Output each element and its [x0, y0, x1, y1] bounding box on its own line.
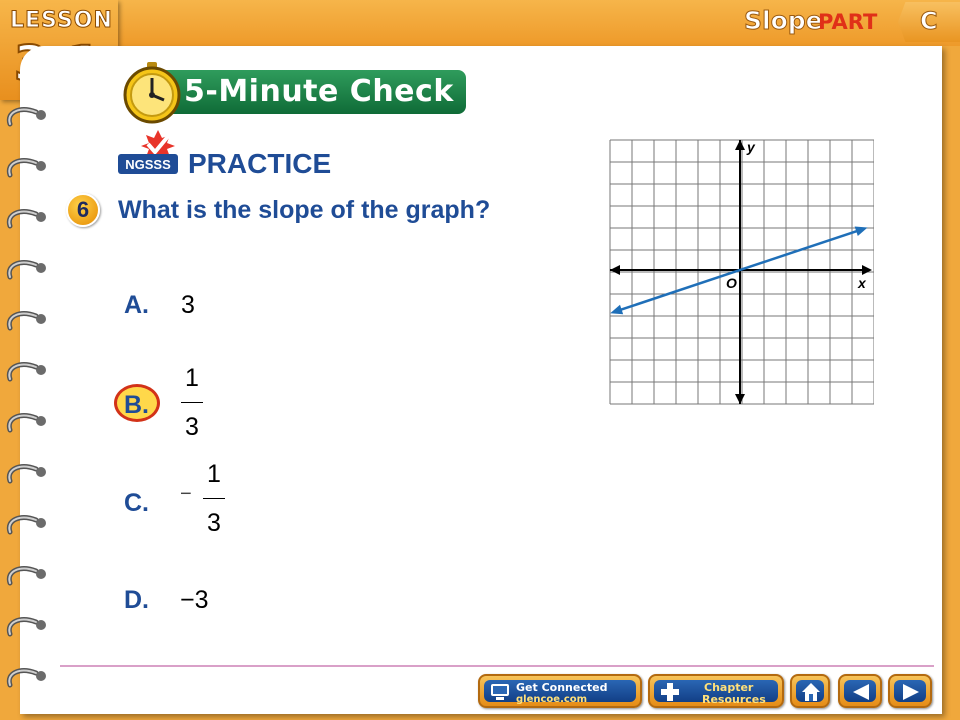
answer-b-letter[interactable]: B.: [124, 391, 149, 420]
graph-grid: [609, 139, 874, 405]
binder-ring-icon: [6, 413, 46, 433]
y-axis-arrow-down: [735, 394, 745, 404]
fraction-bar: [203, 498, 225, 499]
answer-b-numerator: 1: [185, 364, 199, 392]
binder-ring-icon: [6, 668, 46, 688]
chapter-resources-button[interactable]: Chapter Resources: [648, 674, 784, 708]
ngsss-label: NGSSS: [125, 157, 171, 172]
x-axis-label: x: [857, 275, 867, 291]
line-arrow-left: [610, 304, 624, 315]
question-number-badge: 6: [66, 193, 100, 227]
part-word: PART: [818, 10, 878, 34]
binder-ring-icon: [6, 209, 46, 229]
x-axis-arrow-right: [862, 265, 872, 275]
answer-a-letter[interactable]: A.: [124, 291, 149, 320]
coordinate-graph: y x O: [609, 139, 874, 405]
binder-ring-icon: [6, 311, 46, 331]
home-button[interactable]: [790, 674, 830, 708]
lesson-title: Slope: [744, 6, 824, 36]
ngsss-badge-icon: NGSSS: [118, 130, 178, 174]
arrow-left-icon: [853, 684, 869, 700]
next-slide-button[interactable]: [888, 674, 932, 708]
answer-c-numerator: 1: [207, 460, 221, 488]
binder-ring-icon: [6, 362, 46, 382]
line-arrow-right: [854, 226, 868, 237]
answer-d-letter[interactable]: D.: [124, 586, 149, 615]
chapter-resources-label-1: Chapter: [704, 681, 754, 694]
stopwatch-icon: [123, 62, 181, 124]
y-axis-arrow-up: [735, 140, 745, 150]
get-connected-button[interactable]: Get Connected glencoe.com: [478, 674, 642, 708]
plus-icon: [661, 683, 679, 701]
computer-icon: [491, 684, 509, 700]
previous-slide-button[interactable]: [838, 674, 882, 708]
binder-ring-icon: [6, 107, 46, 127]
answer-c-letter[interactable]: C.: [124, 489, 149, 518]
chapter-resources-label-2: Resources: [702, 693, 766, 706]
answer-a-value: 3: [181, 291, 195, 319]
get-connected-url: glencoe.com: [516, 694, 588, 705]
answer-c-sign: −: [180, 483, 192, 505]
answer-d-value: −3: [180, 586, 209, 614]
origin-label: O: [726, 275, 737, 291]
y-axis-label: y: [746, 139, 756, 155]
lesson-word: LESSON: [10, 8, 113, 34]
fraction-bar: [181, 402, 203, 403]
x-axis-arrow-left: [610, 265, 620, 275]
binder-ring-icon: [6, 464, 46, 484]
answer-b-fraction: 1 3: [179, 364, 205, 441]
banner-label: 5-Minute Check: [184, 74, 454, 109]
section-label: PRACTICE: [188, 148, 332, 179]
binder-ring-icon: [6, 515, 46, 535]
binder-ring-icon: [6, 158, 46, 178]
part-letter: C: [920, 7, 939, 36]
get-connected-label: Get Connected: [516, 681, 608, 694]
answer-b-denominator: 3: [185, 413, 199, 441]
binder-ring-icon: [6, 617, 46, 637]
home-icon: [802, 683, 820, 701]
arrow-right-icon: [903, 684, 919, 700]
question-text: What is the slope of the graph?: [118, 196, 491, 224]
answer-c-denominator: 3: [207, 509, 221, 537]
binder-ring-icon: [6, 566, 46, 586]
binder-ring-icon: [6, 260, 46, 280]
footer-rule: [60, 665, 934, 667]
answer-c-fraction: 1 3: [201, 460, 227, 537]
